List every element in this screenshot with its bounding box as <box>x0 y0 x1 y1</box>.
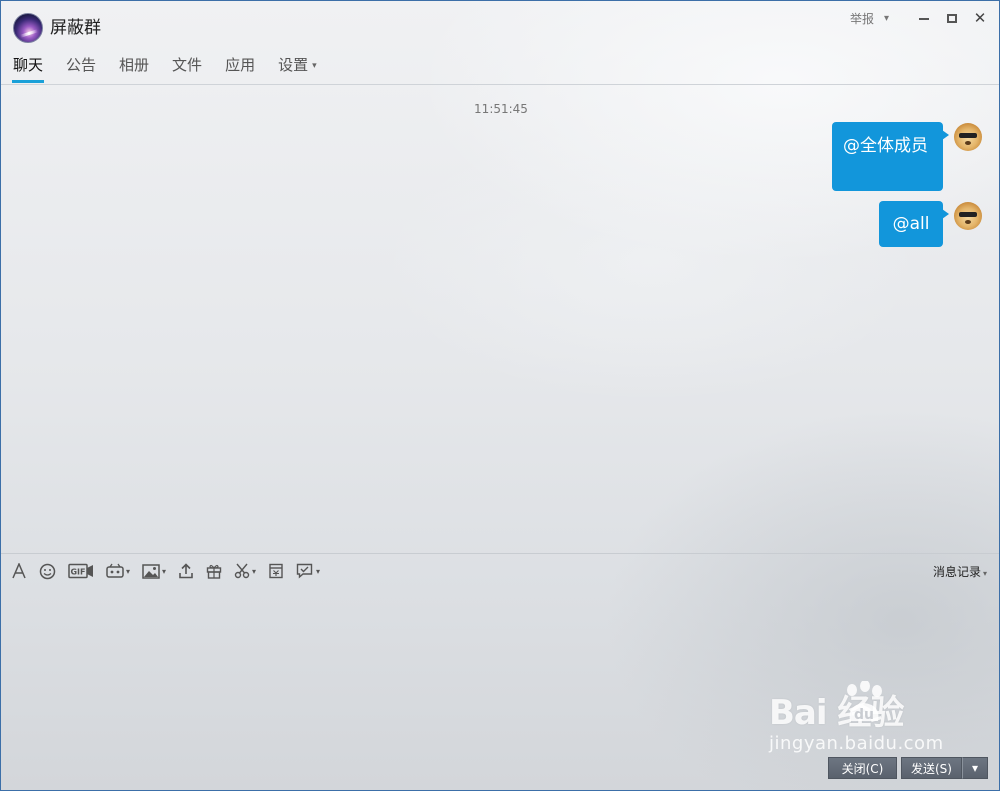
font-icon <box>12 563 26 579</box>
magic-expression-icon <box>106 563 124 578</box>
emoji-icon <box>39 563 56 579</box>
close-icon: ✕ <box>973 8 987 27</box>
window-controls: 举报 ▾ ✕ <box>850 9 991 27</box>
minimize-icon <box>919 18 929 20</box>
chevron-down-icon[interactable]: ▾ <box>316 567 320 576</box>
paw-icon: du <box>847 681 882 723</box>
message-history-label: 消息记录 <box>932 565 981 579</box>
red-envelope-icon <box>269 563 283 579</box>
input-divider[interactable] <box>1 553 999 554</box>
report-link[interactable]: 举报 <box>850 10 874 27</box>
svg-text:du: du <box>854 707 874 723</box>
watermark-url: jingyan.baidu.com <box>769 733 944 754</box>
emoji-button[interactable] <box>39 561 56 581</box>
upload-icon <box>179 563 193 579</box>
screenshot-button[interactable]: ▾ <box>234 561 256 581</box>
gift-icon <box>206 564 222 579</box>
image-icon <box>142 563 160 579</box>
send-options-button[interactable]: ▾ <box>962 757 988 779</box>
magic-expression-button[interactable]: ▾ <box>106 561 130 581</box>
gift-button[interactable] <box>206 561 222 581</box>
chevron-down-icon[interactable]: ▾ <box>252 567 256 576</box>
avatar[interactable] <box>954 202 982 230</box>
tab-settings[interactable]: 设置 ▾ <box>278 55 317 83</box>
close-window-button[interactable]: ✕ <box>969 9 991 27</box>
chevron-down-icon: ▾ <box>312 61 317 71</box>
chevron-down-icon[interactable]: ▾ <box>126 567 130 576</box>
close-button[interactable]: 关闭(C) <box>828 757 897 779</box>
tab-label: 设置 <box>278 56 309 74</box>
chat-window: 屏蔽群 举报 ▾ ✕ 聊天 公告 相册 文件 应用 设置 ▾ 11:51:45 @… <box>0 0 1000 791</box>
tab-bar: 聊天 公告 相册 文件 应用 设置 ▾ <box>11 55 340 83</box>
tab-label: 公告 <box>66 56 97 74</box>
tabs-divider <box>1 84 999 85</box>
tab-announcement[interactable]: 公告 <box>66 55 96 83</box>
chevron-down-icon[interactable]: ▾ <box>162 567 166 576</box>
tab-files[interactable]: 文件 <box>172 55 202 83</box>
red-envelope-button[interactable] <box>268 561 284 581</box>
avatar[interactable] <box>954 123 982 151</box>
tab-album[interactable]: 相册 <box>119 55 149 83</box>
screenshot-icon <box>234 563 250 579</box>
tab-apps[interactable]: 应用 <box>225 55 255 83</box>
font-button[interactable] <box>11 561 27 581</box>
tab-label: 相册 <box>119 56 150 74</box>
message-history-button[interactable]: 消息记录 ▾ <box>933 563 987 580</box>
tab-label: 应用 <box>225 56 256 74</box>
image-button[interactable]: ▾ <box>142 561 166 581</box>
group-name[interactable]: 屏蔽群 <box>50 17 101 39</box>
chevron-down-icon: ▾ <box>982 569 987 578</box>
reply-check-icon <box>296 563 313 579</box>
chevron-down-icon: ▾ <box>971 761 979 775</box>
send-button[interactable]: 发送(S) <box>901 757 962 779</box>
tab-chat[interactable]: 聊天 <box>11 55 45 83</box>
report-dropdown-icon[interactable]: ▾ <box>884 13 889 24</box>
tab-label: 文件 <box>172 56 203 74</box>
reply-check-button[interactable]: ▾ <box>296 561 320 581</box>
message-bubble[interactable]: @全体成员 <box>832 122 949 191</box>
maximize-button[interactable] <box>941 9 963 27</box>
tab-label: 聊天 <box>13 56 44 74</box>
upload-file-button[interactable] <box>178 561 194 581</box>
group-avatar[interactable] <box>13 13 43 43</box>
message-bubble[interactable]: @all <box>879 201 949 247</box>
gif-button[interactable]: GIF <box>68 561 94 581</box>
message-timestamp: 11:51:45 <box>474 102 528 116</box>
baidu-watermark: Bai 经验 du jingyan.baidu.com <box>769 681 943 754</box>
svg-text:GIF: GIF <box>70 568 85 577</box>
maximize-icon <box>947 13 957 23</box>
input-toolbar: GIF ▾ ▾ ▾ ▾ <box>11 561 332 581</box>
minimize-button[interactable] <box>913 9 935 27</box>
gif-icon: GIF <box>68 563 93 579</box>
